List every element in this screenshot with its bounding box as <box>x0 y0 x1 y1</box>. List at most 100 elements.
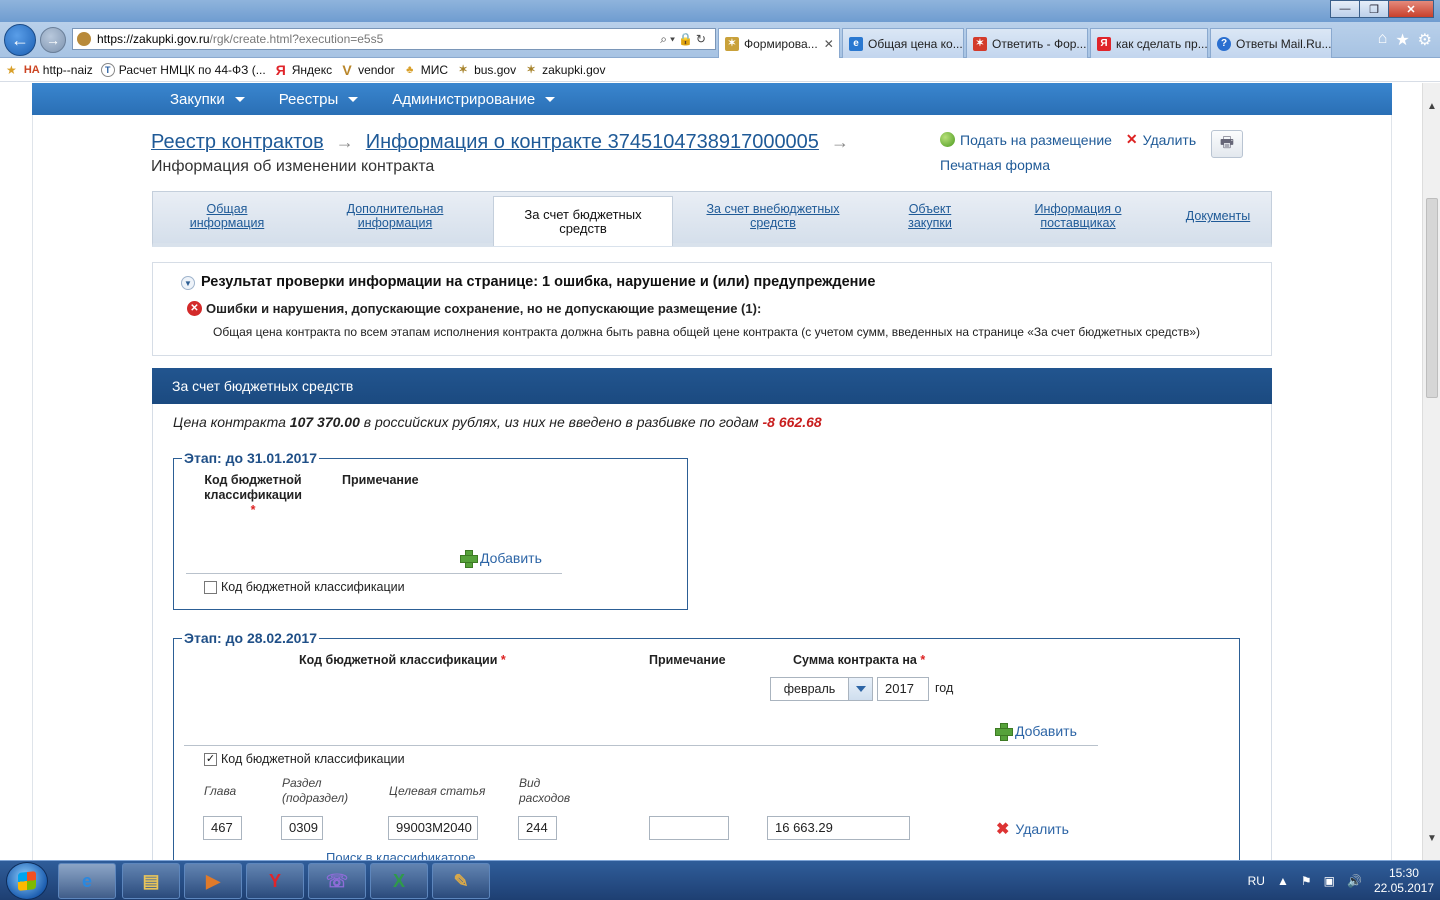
delete-contract-link[interactable]: ✕ Удалить <box>1126 131 1196 148</box>
taskbar-ie-button[interactable]: e <box>58 863 116 899</box>
stage-1-col-note: Примечание <box>342 473 419 487</box>
submit-for-placement-link[interactable]: Подать на размещение <box>940 132 1112 148</box>
naiz-icon: НА <box>23 63 40 76</box>
favorite-link[interactable]: ♣ МИС <box>403 63 448 77</box>
volume-icon[interactable]: 🔊 <box>1347 874 1362 888</box>
tab-close-icon[interactable]: ✕ <box>824 37 834 51</box>
divider <box>186 573 562 574</box>
taskbar-viber-button[interactable]: ☏ <box>308 863 366 899</box>
viber-icon: ☏ <box>325 870 349 891</box>
start-button[interactable] <box>6 862 48 900</box>
stage-2-kbk-checkbox[interactable]: ✓ <box>204 752 217 766</box>
question-icon: ? <box>1217 36 1231 51</box>
target-article-input[interactable]: 99003М2040 <box>388 816 478 840</box>
chevron-down-icon[interactable] <box>848 678 872 700</box>
address-tools[interactable]: ⌕▾🔒↻ <box>660 32 715 47</box>
year-input[interactable]: 2017 <box>877 677 929 701</box>
amount-input[interactable]: 16 663.29 <box>767 816 910 840</box>
browser-tab-active[interactable]: ✶ Формирова... ✕ <box>718 28 840 58</box>
scroll-up-icon[interactable]: ▲ <box>1423 97 1440 115</box>
taskbar-yandex-button[interactable]: Y <box>246 863 304 899</box>
tab-suppliers-info[interactable]: Информация о поставщиках <box>1013 192 1143 240</box>
delete-row-link[interactable]: ✖ Удалить <box>996 819 1069 839</box>
tab-label: Ответы Mail.Ru... <box>1236 36 1332 51</box>
delete-x-icon: ✖ <box>996 821 1010 838</box>
taskbar-paint-button[interactable]: ✎ <box>432 863 490 899</box>
minimize-button[interactable]: — <box>1330 0 1360 18</box>
tab-extrabudget-funds[interactable]: За счет внебюджетных средств <box>693 192 853 240</box>
stage-2-kbk-checkbox-row[interactable]: ✓ Код бюджетной классификации <box>204 752 405 766</box>
back-button[interactable]: ← <box>4 24 36 56</box>
favorite-link[interactable]: T Расчет НМЦК по 44-ФЗ (... <box>100 62 266 77</box>
scroll-thumb[interactable] <box>1426 198 1438 398</box>
favorite-link[interactable]: Vvendor <box>340 61 394 78</box>
scroll-down-icon[interactable]: ▼ <box>1423 829 1440 847</box>
page-viewport: Закупки Реестры Администрирование Реестр… <box>0 83 1422 860</box>
stage-2-col-note: Примечание <box>649 653 726 667</box>
favorite-link[interactable]: ✶ bus.gov <box>456 63 516 77</box>
taskbar-media-button[interactable]: ▶ <box>184 863 242 899</box>
stage-2-add-link[interactable]: Добавить <box>995 723 1077 741</box>
section-code-input[interactable]: 0309 <box>281 816 323 840</box>
favorite-link[interactable]: НА http--naiz <box>23 63 93 77</box>
favorite-link[interactable]: Я Яндекс <box>274 62 332 78</box>
browser-tab[interactable]: Я как сделать пр... <box>1090 28 1208 58</box>
stage-1-add-link[interactable]: Добавить <box>460 550 542 568</box>
breadcrumb-contract-link[interactable]: Информация о контракте 37451047389170000… <box>366 131 819 154</box>
tab-procurement-object[interactable]: Объект закупки <box>875 192 985 240</box>
stage-2-col-kbk: Код бюджетной классификации * <box>299 653 506 667</box>
browser-tab[interactable]: ? Ответы Mail.Ru... <box>1210 28 1332 58</box>
favorites-star-icon[interactable]: ★ <box>1395 30 1409 50</box>
page-subtitle: Информация об изменении контракта <box>151 158 435 175</box>
breadcrumb-registry-link[interactable]: Реестр контрактов <box>151 131 324 154</box>
expense-type-input[interactable]: 244 <box>518 816 557 840</box>
menu-item-administration[interactable]: Администрирование <box>392 91 556 108</box>
ie-icon: e <box>849 36 863 51</box>
vertical-scrollbar[interactable]: ▲ ▼ <box>1422 83 1440 860</box>
submit-icon <box>940 132 955 147</box>
maximize-button[interactable]: ❐ <box>1359 0 1389 18</box>
taskbar-explorer-button[interactable]: ▤ <box>122 863 180 899</box>
forward-button[interactable]: → <box>40 27 66 53</box>
tab-budget-funds[interactable]: За счет бюджетных средств <box>493 196 673 246</box>
menu-item-purchases[interactable]: Закупки <box>170 91 245 108</box>
month-select[interactable]: февраль <box>770 677 873 701</box>
favorite-link[interactable]: ✶ zakupki.gov <box>524 63 606 77</box>
stage-2-col-sum: Сумма контракта на * <box>793 653 926 667</box>
menu-item-registries[interactable]: Реестры <box>279 91 359 108</box>
collapse-chevron-icon[interactable]: ▼ <box>181 276 195 290</box>
home-icon[interactable]: ⌂ <box>1378 30 1388 50</box>
print-form-link[interactable]: Печатная форма <box>940 157 1050 173</box>
taskbar-excel-button[interactable]: X <box>370 863 428 899</box>
tab-general-info[interactable]: Общая информация <box>167 192 287 240</box>
section-header: За счет бюджетных средств <box>152 368 1272 404</box>
browser-tab[interactable]: e Общая цена ко... <box>842 28 964 58</box>
tab-label: Формирова... <box>744 36 818 51</box>
tab-additional-info[interactable]: Дополнительная информация <box>325 192 465 240</box>
validation-error-detail: Общая цена контракта по всем этапам испо… <box>213 325 1201 339</box>
stage-1-kbk-checkbox-row[interactable]: Код бюджетной классификации <box>204 580 405 594</box>
clock-time: 15:30 <box>1388 866 1419 880</box>
classifier-search-link[interactable]: Поиск в классификаторе <box>326 850 475 860</box>
tab-documents[interactable]: Документы <box>1175 192 1261 240</box>
divider <box>184 745 1098 746</box>
emblem-icon: ✶ <box>458 64 468 76</box>
language-indicator[interactable]: RU <box>1248 874 1265 888</box>
print-button[interactable]: 🖶 <box>1211 130 1243 158</box>
sub-head-target: Целевая статья <box>389 784 486 798</box>
browser-tab[interactable]: ✶ Ответить - Фор... <box>966 28 1088 58</box>
chapter-input[interactable]: 467 <box>203 816 242 840</box>
note-input[interactable] <box>649 816 729 840</box>
tray-expand-icon[interactable]: ▲ <box>1277 874 1289 888</box>
close-window-button[interactable]: ✕ <box>1388 0 1434 18</box>
contract-price-line: Цена контракта 107 370.00 в российских р… <box>173 414 822 430</box>
network-icon[interactable]: ▣ <box>1324 874 1335 888</box>
action-center-icon[interactable]: ⚑ <box>1301 874 1312 888</box>
settings-gear-icon[interactable]: ⚙ <box>1418 30 1432 50</box>
emblem-icon: ✶ <box>973 36 987 51</box>
favorites-star-icon[interactable]: ★ <box>6 63 17 77</box>
clock[interactable]: 15:30 22.05.2017 <box>1374 866 1434 896</box>
stage-1-kbk-checkbox[interactable] <box>204 580 217 594</box>
vendor-icon: V <box>342 61 352 78</box>
address-bar[interactable]: https://zakupki.gov.ru/rgk/create.html?e… <box>72 28 716 50</box>
